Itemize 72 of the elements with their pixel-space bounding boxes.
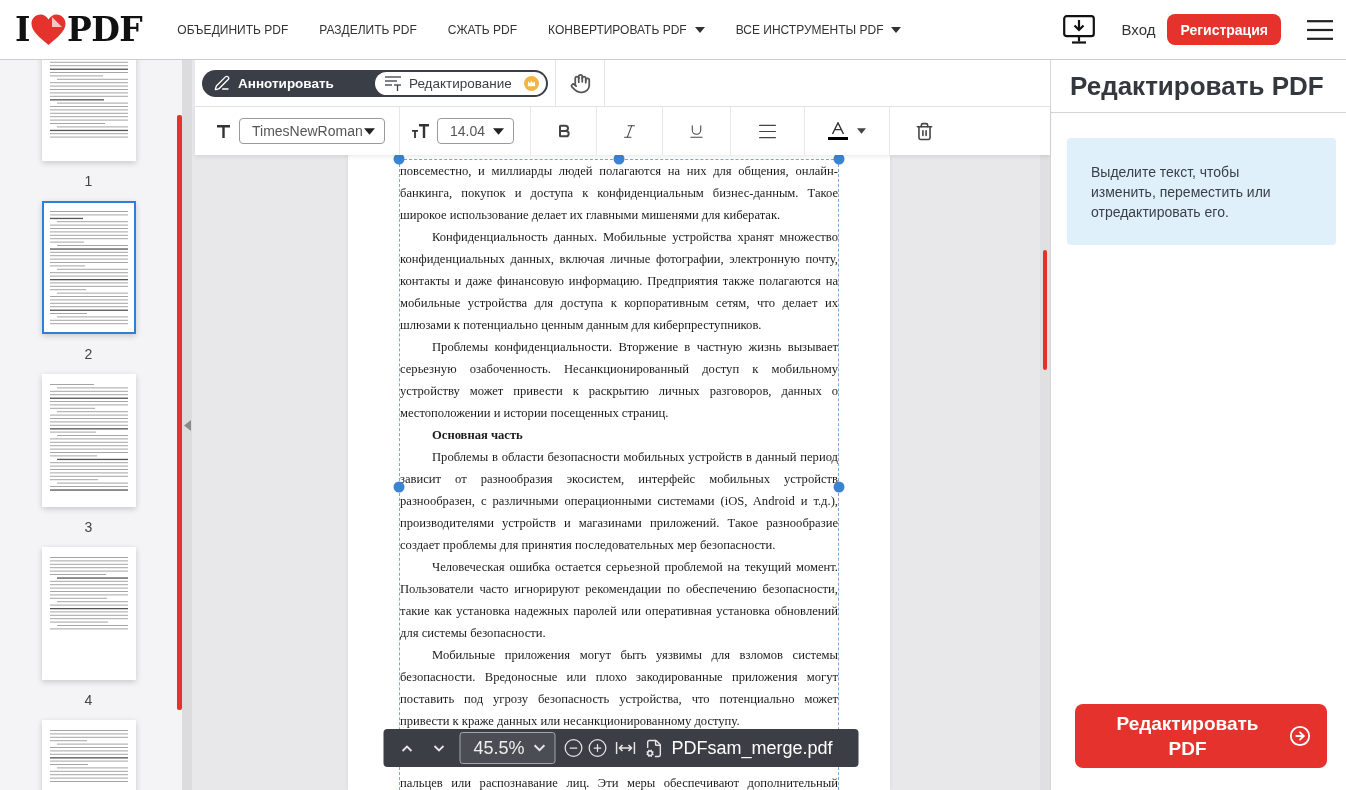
menu-button[interactable] [1307,19,1333,40]
fit-width-icon [615,742,636,754]
edit-pdf-button[interactable]: Редактировать PDF [1075,704,1327,768]
page-thumbnail[interactable] [41,547,136,680]
signup-button[interactable]: Регистрация [1167,14,1281,45]
scrollbar-thumb[interactable] [1043,250,1047,370]
paragraph-text: пальцев или распознавание лиц. Эти меры обеспечивают дополнительный [400,776,838,790]
paragraph-text: Проблемы конфиденциальности. Вторжение в частную жизнь вызывает серьезную озабоченность. Несанкционированный доступ к мобильному устройству может привести к раскрытию личных разговоров, данных о местоположении и истории посещенных страниц. [400,339,838,422]
paragraph-text: Человеческая ошибка остается серьезной проблемой на текущий момент. Пользователи часто игнорируют рекомендации по обеспечению безопасности, такие как установка надежных паролей или оперативная установка обновлений для системы безопасности. [400,559,838,642]
nav-link[interactable]: РАЗДЕЛИТЬ PDF [319,22,417,37]
page-thumbnail[interactable] [41,201,136,334]
pan-button[interactable] [569,72,591,94]
logo-text: PDF [66,13,143,46]
font-size-select[interactable]: 14.04 [437,118,514,144]
file-name: PDFsam_merge.pdf [671,737,833,759]
nav-link[interactable]: ОБЪЕДИНИТЬ PDF [177,22,289,37]
monitor-download-icon [1063,15,1096,44]
login-link[interactable]: Вход [1121,21,1156,38]
resize-handle[interactable] [393,155,405,165]
zoom-in-icon [587,738,608,758]
underline-icon [688,122,705,140]
page-number: 3 [84,518,93,537]
italic-icon [621,122,638,140]
caret-icon [364,127,375,135]
chevron-down-icon [433,744,444,752]
desktop-download-button[interactable] [1063,15,1096,44]
caret-icon [493,127,504,135]
nav-link[interactable]: КОНВЕРТИРОВАТЬ PDF [548,22,705,37]
zoom-out-icon [563,738,584,758]
nav-link[interactable]: ВСЕ ИНСТРУМЕНТЫ PDF [735,22,902,37]
page-number: 2 [84,345,93,364]
nav-link[interactable]: СЖАТЬ PDF [447,22,518,37]
heart-icon [30,13,66,46]
text-color-button[interactable] [828,122,866,140]
underline-button[interactable] [688,122,705,140]
italic-button[interactable] [621,122,638,140]
resize-handle[interactable] [393,481,405,493]
chevron-down-icon [533,744,546,752]
section-heading: Основная часть [431,427,524,444]
zoom-select[interactable]: 45.5% [459,732,556,764]
delete-button[interactable] [914,121,934,141]
resize-handle[interactable] [833,155,845,165]
page-number: 4 [84,691,93,710]
paragraph-text: Конфиденциальность данных. Мобильные устройства хранят множество конфиденциальных данных, включая личные фотографии, электронную почту, контакты и даже финансовую информацию. Предприятия также полагаются на мобильные устройства для доступа к корпоративным сетям, что делает их шлюзами к потенциально ценным данным для киберпреступников. [400,229,838,334]
chevron-up-icon [401,744,412,752]
arrow-circle-icon [1289,725,1311,747]
trash-icon [914,121,934,141]
page-thumbnail[interactable] [41,374,136,507]
edit-text-icon [385,75,401,91]
logo-text: I [15,13,30,46]
sidebar-collapse-handle[interactable] [182,60,192,790]
mode-tab[interactable]: Аннотировать [204,71,375,95]
text-color-icon [831,122,845,134]
font-size-icon [412,124,429,138]
mode-tab[interactable]: Редактирование [375,71,546,95]
paragraph-text: повсеместно, и миллиарды людей полагаются на них для общения, онлайн-банкинга, покупок и доступа к конфиденциальным бизнес-данным. Такое широкое использование делает их главными мишенями для кибератак. [400,163,838,224]
paragraph-text: Проблемы в области безопасности мобильных устройств в данный период зависит от разнообразия экосистем, интерфейс мобильных устройств разнообразен, с различными операционными системами (iOS, Android и т.д.), производителями устройств и магазинами приложений. Такое разнообразие создает проблемы для принятия последовательных мер безопасности. [400,449,838,554]
paragraph-text: Мобильные приложения могут быть уязвимы для взломов системы безопасности. Вредоносные или плохо закодированные приложения могут поставить под угрозу безопасность устройства, что потенциально может привести к краже данных или несанкционированному доступу. [400,647,838,730]
hand-icon [569,72,591,94]
caret-icon [857,128,866,134]
menu-icon [1307,19,1333,40]
file-gear-icon [644,738,663,758]
text-icon [217,124,230,138]
collapse-arrow-icon [183,419,191,431]
hint-text: Выделите текст, чтобы изменить, переместить или отредактировать его. [1091,163,1272,222]
scrollbar-thumb[interactable] [177,115,182,710]
font-select[interactable]: TimesNewRoman [239,118,385,144]
page-thumbnail[interactable] [41,60,136,161]
resize-handle[interactable] [613,155,625,165]
pencil-icon [214,75,230,91]
page-number: 1 [84,172,93,191]
panel-title: Редактировать PDF [1051,60,1346,113]
